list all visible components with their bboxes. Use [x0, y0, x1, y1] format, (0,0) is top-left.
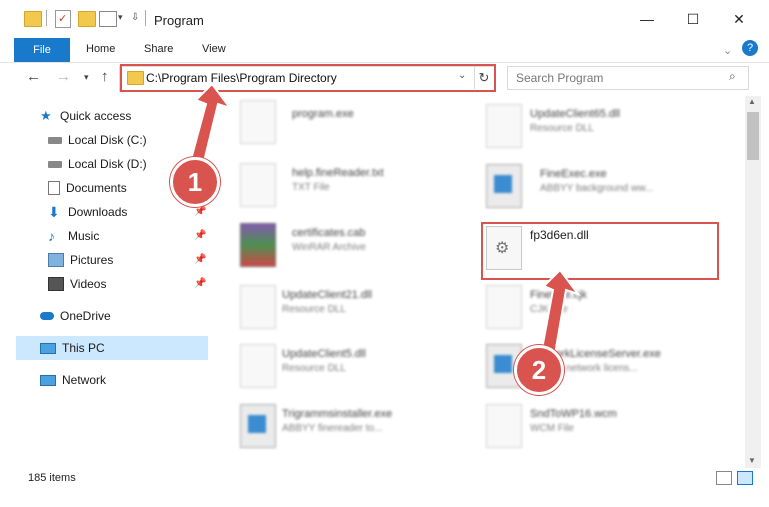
step-1-badge: 1 — [170, 157, 220, 207]
step-2-badge: 2 — [514, 345, 564, 395]
annotation-arrows — [184, 82, 581, 361]
